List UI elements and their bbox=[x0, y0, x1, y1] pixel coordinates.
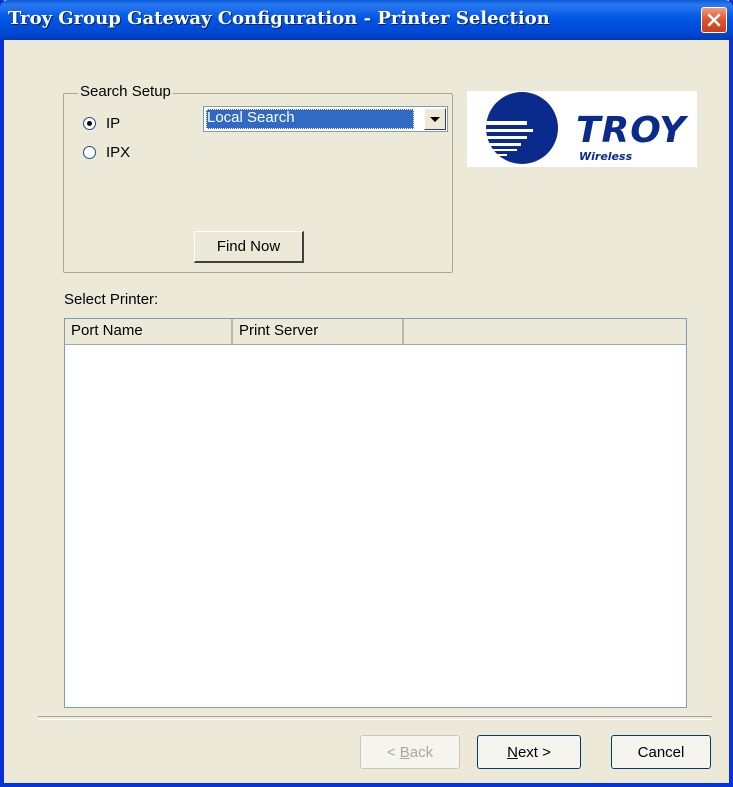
radio-ipx-label: IPX bbox=[106, 144, 131, 161]
chevron-down-icon[interactable] bbox=[424, 108, 446, 130]
printer-list[interactable]: Port Name Print Server bbox=[64, 318, 687, 708]
search-type-dropdown[interactable]: Local Search bbox=[203, 106, 448, 132]
close-icon bbox=[707, 13, 721, 27]
column-port-name[interactable]: Port Name bbox=[65, 319, 233, 344]
next-button-rest: ext > bbox=[517, 743, 551, 761]
radio-ip[interactable]: IP bbox=[83, 115, 120, 132]
printer-list-header: Port Name Print Server bbox=[65, 319, 686, 345]
footer-divider bbox=[38, 716, 712, 720]
close-button[interactable] bbox=[701, 7, 727, 33]
back-button-accesskey: B bbox=[399, 743, 410, 761]
next-button-accesskey: N bbox=[507, 743, 518, 761]
window-title: Troy Group Gateway Configuration - Print… bbox=[8, 8, 550, 29]
troy-wireless-logo: TROY Wireless bbox=[467, 91, 697, 167]
back-button-prefix: < bbox=[386, 743, 400, 761]
radio-ip-indicator[interactable] bbox=[83, 117, 96, 130]
select-printer-label: Select Printer: bbox=[64, 291, 159, 308]
logo-brand: TROY bbox=[576, 110, 687, 151]
logo-tagline: Wireless bbox=[579, 150, 633, 163]
column-print-server[interactable]: Print Server bbox=[233, 319, 404, 344]
title-bar[interactable]: Troy Group Gateway Configuration - Print… bbox=[0, 0, 733, 40]
back-button[interactable]: < Back bbox=[360, 735, 460, 769]
search-type-value: Local Search bbox=[206, 109, 414, 129]
radio-ip-label: IP bbox=[106, 115, 121, 132]
cancel-button[interactable]: Cancel bbox=[611, 735, 711, 769]
find-now-button[interactable]: Find Now bbox=[194, 231, 304, 263]
next-button[interactable]: Next > bbox=[477, 735, 581, 769]
search-setup-legend: Search Setup bbox=[78, 83, 173, 101]
back-button-rest: ack bbox=[409, 743, 434, 761]
radio-ipx[interactable]: IPX bbox=[83, 144, 130, 161]
radio-ipx-indicator[interactable] bbox=[83, 146, 96, 159]
